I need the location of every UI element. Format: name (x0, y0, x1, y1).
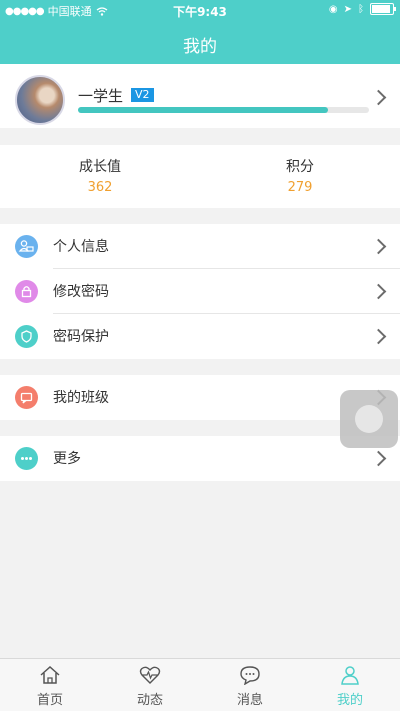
menu-label-personal-info: 个人信息 (53, 239, 109, 255)
chat-bubble-icon (15, 386, 38, 409)
profile-row[interactable]: 一学生 V2 (0, 64, 400, 128)
assistive-touch-button[interactable] (340, 390, 398, 448)
tab-messages[interactable]: 消息 (200, 659, 300, 711)
heart-pulse-icon (100, 663, 200, 687)
stat-points[interactable]: 积分 279 (200, 156, 400, 195)
stat-points-label: 积分 (286, 159, 314, 175)
tab-home[interactable]: 首页 (0, 659, 100, 711)
level-badge: V2 (131, 88, 154, 102)
chevron-right-icon (370, 283, 387, 300)
chevron-right-icon (370, 238, 387, 255)
chevron-right-icon[interactable] (370, 89, 387, 106)
stat-growth-label: 成长值 (79, 159, 121, 175)
lock-icon (15, 280, 38, 303)
orientation-lock-icon: ◉ (328, 3, 338, 15)
person-card-icon (15, 235, 38, 258)
home-icon (0, 663, 100, 687)
tab-activity[interactable]: 动态 (100, 659, 200, 711)
menu-label-change-password: 修改密码 (53, 284, 109, 300)
page-title: 我的 (183, 37, 217, 57)
menu-label-password-protection: 密码保护 (53, 329, 109, 345)
more-dots-icon (15, 447, 38, 470)
person-icon (300, 663, 400, 687)
menu-item-personal-info[interactable]: 个人信息 (0, 224, 400, 269)
status-bar: ●●●●● 中国联通 下午9:43 ◉ ➤ ᛒ (0, 0, 400, 20)
shield-icon (15, 325, 38, 348)
stats-panel: 成长值 362 积分 279 (0, 145, 400, 208)
stat-points-value: 279 (287, 180, 313, 195)
level-progress-fill (78, 107, 329, 113)
chevron-right-icon (370, 328, 387, 345)
stat-growth[interactable]: 成长值 362 (0, 156, 200, 195)
account-settings-group: 个人信息 修改密码 密码保护 (0, 224, 400, 359)
menu-item-more[interactable]: 更多 (0, 436, 400, 481)
tab-home-label: 首页 (36, 693, 63, 708)
more-group: 更多 (0, 436, 400, 481)
bottom-tab-bar: 首页 动态 消息 我的 (0, 658, 400, 711)
tab-mine-label: 我的 (336, 693, 363, 708)
tab-messages-label: 消息 (236, 693, 263, 708)
location-icon: ➤ (343, 3, 352, 15)
menu-item-password-protection[interactable]: 密码保护 (0, 314, 400, 359)
menu-item-change-password[interactable]: 修改密码 (0, 269, 400, 314)
tab-activity-label: 动态 (136, 693, 163, 708)
battery-icon (370, 3, 396, 15)
top-header: ●●●●● 中国联通 下午9:43 ◉ ➤ ᛒ 我的 (0, 0, 400, 64)
bluetooth-icon: ᛒ (358, 3, 364, 15)
message-icon (200, 663, 300, 687)
chevron-right-icon (370, 450, 387, 467)
stat-growth-value: 362 (87, 180, 113, 195)
tab-mine[interactable]: 我的 (300, 659, 400, 711)
menu-label-more: 更多 (53, 451, 81, 467)
level-progress-bar (78, 107, 369, 113)
menu-label-my-class: 我的班级 (53, 390, 109, 406)
avatar[interactable] (15, 75, 65, 125)
username: 一学生 (78, 87, 124, 105)
